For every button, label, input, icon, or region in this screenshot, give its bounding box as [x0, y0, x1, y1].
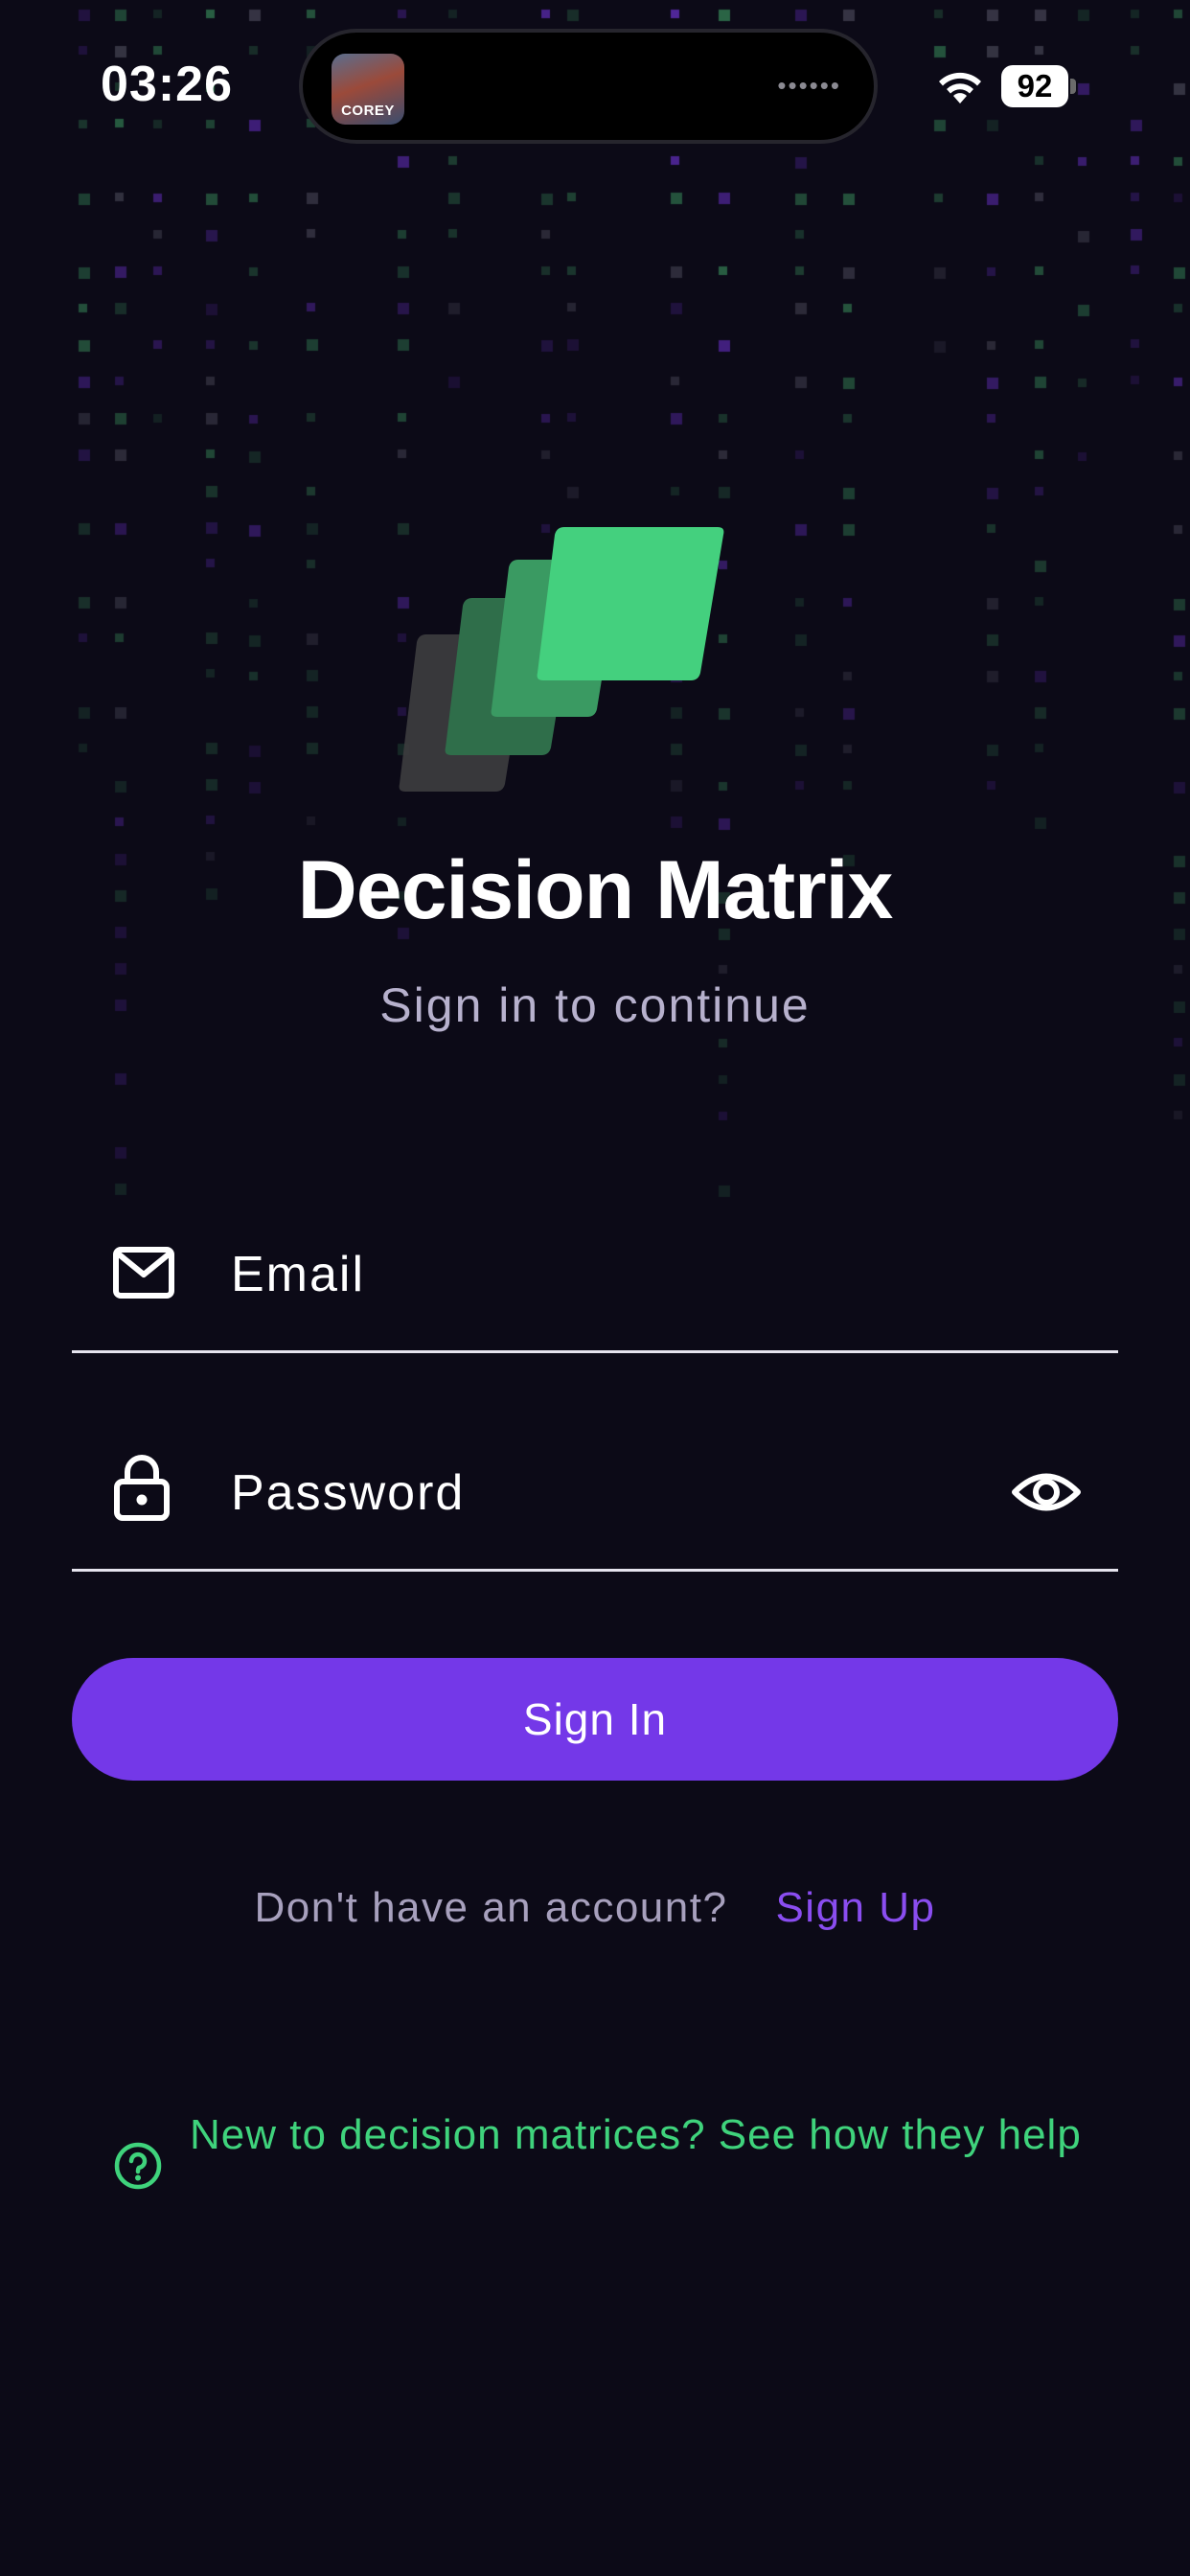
help-link-text: New to decision matrices? See how they h… — [190, 2111, 1082, 2158]
artwork-label: COREY — [341, 103, 395, 119]
password-underline — [72, 1569, 1118, 1572]
eye-icon[interactable] — [1011, 1457, 1082, 1528]
password-field[interactable] — [72, 1428, 1118, 1572]
app-subtitle: Sign in to continue — [379, 978, 811, 1032]
lock-icon — [114, 1455, 170, 1521]
battery-level: 92 — [1017, 68, 1053, 104]
island-activity-dots: •••••• — [777, 71, 841, 100]
decision-matrix-logo-icon — [399, 527, 724, 792]
battery-nub — [1070, 79, 1076, 94]
wifi-icon — [939, 72, 981, 104]
envelope-icon — [113, 1247, 174, 1299]
signup-row: Don't have an account? Sign Up — [0, 1884, 1190, 1932]
battery-indicator: 92 — [1001, 65, 1076, 107]
password-input[interactable] — [231, 1455, 997, 1531]
app-title: Decision Matrix — [297, 844, 894, 936]
sign-up-link[interactable]: Sign Up — [775, 1884, 935, 1931]
sign-in-button[interactable]: Sign In — [72, 1658, 1118, 1781]
email-field[interactable] — [72, 1209, 1118, 1353]
status-time: 03:26 — [101, 57, 233, 112]
email-underline — [72, 1350, 1118, 1353]
now-playing-artwork: COREY — [332, 54, 404, 125]
question-circle-icon — [114, 2142, 162, 2190]
email-input[interactable] — [231, 1236, 997, 1313]
signup-prompt: Don't have an account? — [254, 1884, 728, 1931]
dynamic-island[interactable]: COREY •••••• — [299, 29, 878, 144]
